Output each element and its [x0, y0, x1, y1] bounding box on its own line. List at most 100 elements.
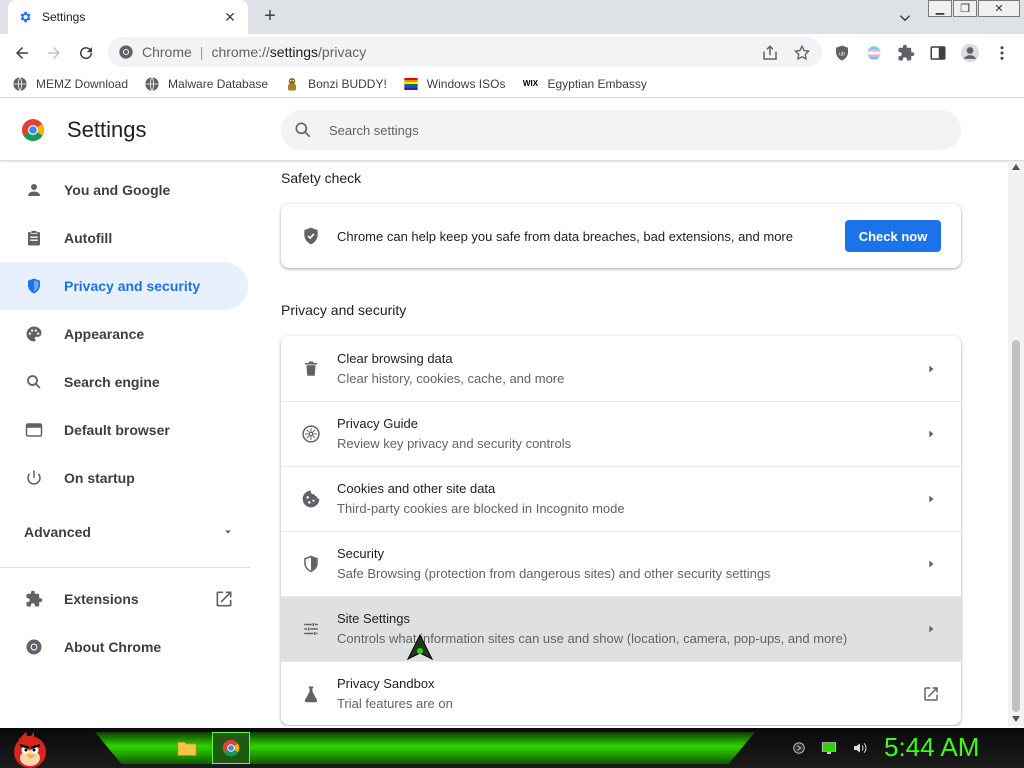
privacy-heading: Privacy and security: [281, 302, 407, 318]
row-site-settings[interactable]: Site Settings Controls what information …: [281, 596, 961, 661]
check-now-button[interactable]: Check now: [845, 220, 941, 252]
restore-button[interactable]: ❐: [953, 0, 977, 17]
wix-icon: WIX: [522, 79, 539, 88]
back-button[interactable]: [12, 43, 32, 63]
mouse-cursor-icon: [406, 633, 434, 661]
bookmark-label: Windows ISOs: [426, 76, 506, 91]
page-scrollbar[interactable]: [1008, 162, 1024, 726]
globe-icon: [13, 76, 27, 91]
privacy-card: Clear browsing data Clear history, cooki…: [281, 336, 961, 725]
page-title: Settings: [67, 117, 147, 142]
sidebar-item-you-and-google[interactable]: You and Google: [0, 166, 248, 214]
row-title: Clear browsing data: [337, 350, 453, 366]
scroll-up-arrow-icon[interactable]: [1012, 164, 1020, 170]
reload-button[interactable]: [76, 43, 96, 63]
settings-search[interactable]: [281, 110, 961, 150]
row-privacy-sandbox[interactable]: Privacy Sandbox Trial features are on: [281, 661, 961, 726]
bookmark-windows-isos[interactable]: Windows ISOs: [403, 76, 506, 92]
row-title: Security: [337, 546, 384, 561]
advanced-toggle[interactable]: Advanced: [24, 524, 234, 540]
browser-toolbar: Chrome | chrome://settings/privacy ub: [0, 34, 1024, 70]
search-icon: [24, 372, 44, 392]
sidebar-item-search-engine[interactable]: Search engine: [0, 358, 248, 406]
trans-flag-extension-button[interactable]: [864, 43, 884, 63]
bonzi-icon: [288, 77, 297, 91]
scrollbar-thumb[interactable]: [1012, 340, 1020, 712]
row-security[interactable]: Security Safe Browsing (protection from …: [281, 531, 961, 596]
sidebar-item-autofill[interactable]: Autofill: [0, 214, 248, 262]
settings-main: Safety check Chrome can help keep you sa…: [256, 162, 1008, 726]
sidebar-item-about-chrome[interactable]: About Chrome: [0, 623, 248, 671]
volume-icon[interactable]: [852, 741, 868, 755]
advanced-label: Advanced: [24, 524, 91, 540]
url-path: settings: [269, 44, 319, 60]
row-privacy-guide[interactable]: Privacy Guide Review key privacy and sec…: [281, 401, 961, 466]
tune-icon: [301, 619, 321, 639]
search-input[interactable]: [327, 121, 887, 139]
safety-check-text: Chrome can help keep you safe from data …: [337, 228, 793, 244]
row-text: Privacy Guide Review key privacy and sec…: [337, 415, 921, 453]
taskbar-file-explorer[interactable]: [168, 732, 206, 764]
close-tab-icon[interactable]: ✕: [222, 9, 238, 25]
extensions-button[interactable]: [896, 43, 916, 63]
row-subtitle: Review key privacy and security controls: [337, 436, 572, 451]
bookmark-bonzi-buddy[interactable]: Bonzi BUDDY!: [284, 76, 387, 92]
new-tab-button[interactable]: +: [260, 6, 280, 27]
bookmark-star-button[interactable]: [792, 43, 812, 63]
tab-title: Settings: [42, 10, 86, 24]
forward-button[interactable]: [44, 43, 64, 63]
power-icon: [24, 468, 44, 488]
caret-down-icon: [225, 530, 231, 534]
row-clear-browsing-data[interactable]: Clear browsing data Clear history, cooki…: [281, 336, 961, 401]
row-subtitle: Trial features are on: [337, 696, 453, 711]
sidebar-item-appearance[interactable]: Appearance: [0, 310, 248, 358]
palette-icon: [24, 324, 44, 344]
sidebar-item-label: On startup: [64, 470, 135, 486]
sidebar-item-default-browser[interactable]: Default browser: [0, 406, 248, 454]
address-bar[interactable]: Chrome | chrome://settings/privacy: [108, 37, 822, 67]
network-icon[interactable]: [792, 741, 806, 755]
close-window-button[interactable]: ✕: [978, 0, 1020, 17]
arrow-right-icon: [921, 424, 941, 444]
row-title: Cookies and other site data: [337, 481, 496, 496]
angry-bird-start-icon[interactable]: [4, 728, 56, 768]
row-cookies[interactable]: Cookies and other site data Third-party …: [281, 466, 961, 531]
sidebar-item-on-startup[interactable]: On startup: [0, 454, 248, 502]
bookmark-memz[interactable]: MEMZ Download: [12, 76, 128, 92]
profile-button[interactable]: [960, 43, 980, 63]
menu-button[interactable]: [992, 43, 1012, 63]
sidebar-item-label: You and Google: [64, 182, 171, 198]
row-text: Privacy Sandbox Trial features are on: [337, 675, 921, 713]
minimize-button[interactable]: ▁: [928, 0, 952, 17]
sidebar-item-extensions[interactable]: Extensions: [0, 575, 248, 623]
row-subtitle: Clear history, cookies, cache, and more: [337, 370, 565, 386]
sidebar-item-label: Privacy and security: [64, 278, 201, 294]
person-icon: [24, 180, 44, 200]
sidebar-item-label: Appearance: [64, 326, 145, 342]
arrow-right-icon: [48, 47, 60, 59]
taskbar: 5:44 AM: [0, 728, 1024, 768]
chevron-down-icon[interactable]: [896, 9, 914, 27]
row-title: Privacy Guide: [337, 416, 418, 431]
ublock-extension-button[interactable]: ub: [832, 43, 852, 63]
compass-icon: [301, 424, 321, 444]
taskbar-clock[interactable]: 5:44 AM: [884, 732, 979, 763]
scroll-down-arrow-icon[interactable]: [1012, 716, 1020, 722]
side-panel-icon: [930, 46, 946, 60]
bookmark-egyptian-embassy[interactable]: WIX Egyptian Embassy: [521, 76, 647, 92]
taskbar-chrome[interactable]: [212, 732, 250, 764]
puzzle-icon: [24, 589, 44, 609]
side-panel-button[interactable]: [928, 43, 948, 63]
bookmark-label: MEMZ Download: [36, 76, 129, 91]
tab-settings[interactable]: Settings ✕: [8, 0, 248, 34]
chrome-icon: [119, 45, 133, 59]
puzzle-icon: [898, 44, 915, 61]
windows-flag-icon: [404, 77, 418, 90]
share-button[interactable]: [760, 43, 780, 63]
globe-icon: [145, 76, 159, 91]
row-title: Privacy Sandbox: [337, 676, 435, 691]
monitor-icon[interactable]: [821, 741, 837, 755]
bookmark-malware-database[interactable]: Malware Database: [144, 76, 268, 92]
sidebar-item-privacy-and-security[interactable]: Privacy and security: [0, 262, 248, 310]
external-link-icon: [921, 684, 941, 704]
